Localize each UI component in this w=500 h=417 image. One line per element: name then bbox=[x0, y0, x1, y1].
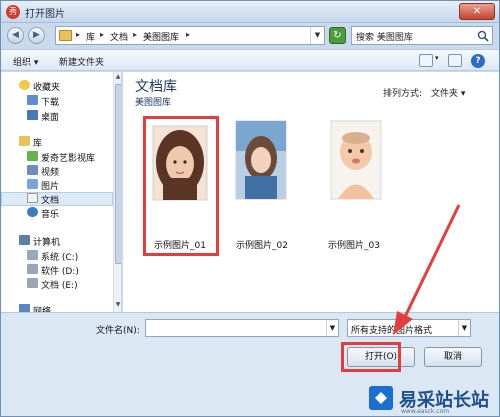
chevron-right-icon: ▸ bbox=[100, 30, 105, 39]
photo-thumbnail-icon bbox=[235, 120, 287, 200]
nav-item-label: 视频 bbox=[41, 168, 60, 178]
scroll-down-icon[interactable]: ▼ bbox=[114, 301, 121, 311]
search-icon[interactable] bbox=[477, 30, 489, 42]
forward-button[interactable]: ▶ bbox=[28, 27, 45, 44]
breadcrumb-item[interactable]: 美图图库 bbox=[143, 30, 179, 43]
open-image-dialog: 秀 打开图片 ✕ ◀ ▶ ▸ 库 ▸ 文档 ▸ 美图图库 ▸ ▼ ↻ 搜索 美图… bbox=[0, 0, 500, 417]
folder-icon bbox=[59, 30, 72, 41]
cancel-button[interactable]: 取消 bbox=[424, 347, 482, 367]
breadcrumb-item[interactable]: 文档 bbox=[110, 30, 128, 43]
nav-item-downloads[interactable]: 下载 bbox=[1, 94, 113, 108]
nav-item-drive-d[interactable]: 软件 (D:) bbox=[1, 263, 113, 277]
filename-label: 文件名(N): bbox=[96, 326, 140, 336]
nav-item-videos[interactable]: 视频 bbox=[1, 164, 113, 178]
library-title: 文档库 bbox=[135, 79, 177, 95]
computer-icon bbox=[19, 235, 30, 245]
library-icon bbox=[19, 136, 30, 146]
nav-item-drive-e[interactable]: 文档 (E:) bbox=[1, 277, 113, 291]
nav-item-label: 爱奇艺影视库 bbox=[41, 154, 96, 164]
search-input[interactable]: 搜索 美图图库 bbox=[351, 26, 493, 45]
address-bar[interactable]: ▸ 库 ▸ 文档 ▸ 美图图库 ▸ ▼ bbox=[55, 26, 325, 45]
title-bar: 秀 打开图片 ✕ bbox=[1, 1, 499, 23]
chevron-right-icon: ▸ bbox=[186, 30, 191, 39]
nav-item-label: 计算机 bbox=[33, 238, 61, 248]
chevron-right-icon: ▸ bbox=[133, 30, 138, 39]
preview-pane-icon[interactable] bbox=[448, 54, 462, 67]
close-button[interactable]: ✕ bbox=[459, 3, 495, 20]
easck-logo-icon bbox=[369, 386, 393, 410]
nav-item-drive-c[interactable]: 系统 (C:) bbox=[1, 249, 113, 263]
nav-item-label: 桌面 bbox=[41, 113, 60, 123]
nav-item-label: 图片 bbox=[41, 182, 60, 192]
desktop-icon bbox=[27, 110, 38, 120]
arrange-by-label: 排列方式: bbox=[383, 89, 423, 99]
nav-item-pictures[interactable]: 图片 bbox=[1, 178, 113, 192]
nav-item-libraries[interactable]: 库 bbox=[1, 135, 113, 149]
navigation-pane: 收藏夹 下载 桌面 库 爱奇艺影视库 视频 图片 文档 音乐 计算机 系统 (C… bbox=[1, 72, 122, 312]
file-name: 示例图片_01 bbox=[154, 241, 206, 251]
music-icon bbox=[27, 207, 38, 217]
chevron-down-icon[interactable]: ▼ bbox=[326, 320, 338, 336]
nav-item-computer[interactable]: 计算机 bbox=[1, 234, 113, 248]
video-library-icon bbox=[27, 151, 38, 161]
library-subtitle: 美图图库 bbox=[135, 98, 172, 108]
filename-field[interactable]: ▼ bbox=[145, 319, 339, 337]
window-title: 打开图片 bbox=[25, 9, 65, 20]
scroll-thumb[interactable] bbox=[115, 84, 121, 264]
nav-item-label: 收藏夹 bbox=[33, 83, 61, 93]
breadcrumb-item[interactable]: 库 bbox=[86, 30, 95, 43]
nav-item-label: 文档 bbox=[41, 196, 60, 206]
nav-item-documents[interactable]: 文档 bbox=[1, 192, 113, 206]
download-folder-icon bbox=[27, 95, 38, 105]
document-icon bbox=[27, 193, 38, 203]
address-row: ◀ ▶ ▸ 库 ▸ 文档 ▸ 美图图库 ▸ ▼ ↻ 搜索 美图图库 bbox=[1, 23, 499, 49]
open-button-highlight bbox=[341, 342, 401, 372]
address-dropdown-button[interactable]: ▼ bbox=[310, 27, 324, 44]
nav-item-iqiyi-library[interactable]: 爱奇艺影视库 bbox=[1, 150, 113, 164]
highlight-box bbox=[143, 116, 219, 256]
chevron-right-icon: ▸ bbox=[76, 30, 81, 39]
drive-icon bbox=[27, 264, 38, 274]
nav-item-music[interactable]: 音乐 bbox=[1, 206, 113, 220]
star-icon bbox=[19, 80, 30, 90]
search-placeholder: 搜索 美图图库 bbox=[356, 33, 413, 43]
back-button[interactable]: ◀ bbox=[7, 27, 24, 44]
nav-item-label: 库 bbox=[33, 139, 43, 149]
file-item[interactable]: 示例图片_01 bbox=[143, 116, 219, 256]
new-folder-button[interactable]: 新建文件夹 bbox=[59, 55, 104, 68]
watermark: 易采站长站 www.easck.com bbox=[359, 381, 499, 417]
app-icon: 秀 bbox=[6, 5, 20, 19]
nav-item-label: 网络 bbox=[33, 307, 52, 312]
file-name: 示例图片_03 bbox=[328, 241, 380, 251]
nav-item-favorites[interactable]: 收藏夹 bbox=[1, 79, 113, 93]
command-toolbar: 组织 ▾ 新建文件夹 ▾ ? bbox=[1, 49, 499, 71]
picture-icon bbox=[27, 179, 38, 189]
help-icon[interactable]: ? bbox=[471, 54, 485, 68]
view-options-icon[interactable] bbox=[419, 54, 433, 67]
chevron-down-icon[interactable]: ▾ bbox=[435, 54, 439, 62]
refresh-button[interactable]: ↻ bbox=[329, 27, 346, 44]
nav-item-label: 下载 bbox=[41, 98, 60, 108]
scroll-up-icon[interactable]: ▲ bbox=[114, 73, 121, 83]
organize-button[interactable]: 组织 ▾ bbox=[13, 55, 38, 68]
file-name: 示例图片_02 bbox=[236, 241, 288, 251]
annotation-arrow bbox=[393, 204, 461, 335]
video-icon bbox=[27, 165, 38, 175]
arrange-by-dropdown[interactable]: 文件夹 ▾ bbox=[431, 86, 465, 99]
nav-item-network[interactable]: 网络 bbox=[1, 303, 113, 312]
nav-scrollbar[interactable]: ▲ ▼ bbox=[113, 72, 121, 312]
file-item[interactable]: 示例图片_02 bbox=[231, 116, 305, 256]
nav-item-label: 系统 (C:) bbox=[41, 253, 79, 263]
nav-item-label: 音乐 bbox=[41, 210, 60, 220]
watermark-url: www.easck.com bbox=[401, 408, 450, 415]
drive-icon bbox=[27, 250, 38, 260]
nav-item-desktop[interactable]: 桌面 bbox=[1, 109, 113, 123]
nav-item-label: 文档 (E:) bbox=[41, 281, 78, 291]
network-icon bbox=[19, 304, 30, 312]
nav-item-label: 软件 (D:) bbox=[41, 267, 79, 277]
drive-icon bbox=[27, 278, 38, 288]
